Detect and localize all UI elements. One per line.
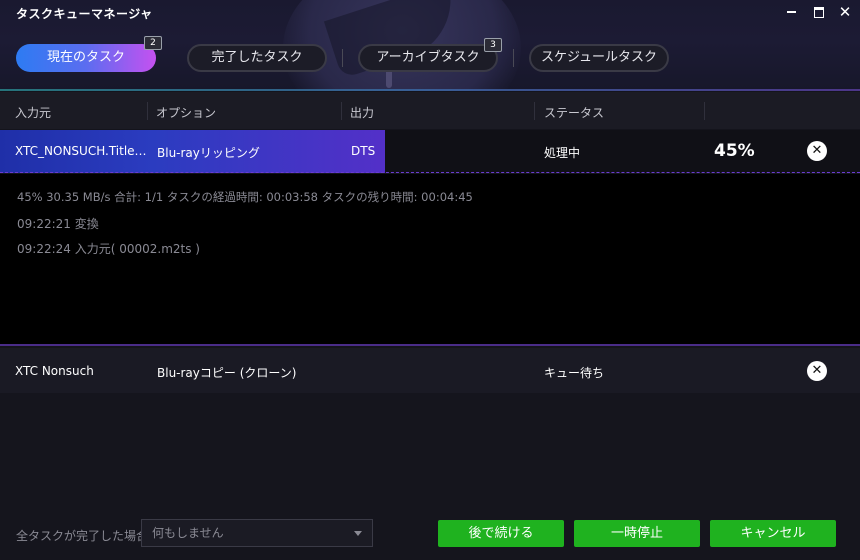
column-output: 出力 xyxy=(350,106,375,120)
task-row-queued[interactable]: XTC Nonsuch Blu-rayコピー (クローン) キュー待ち ✕ xyxy=(0,348,860,393)
task-log-panel: 45% 30.35 MB/s 合計: 1/1 タスクの経過時間: 00:03:5… xyxy=(0,174,860,344)
task-input: XTC_NONSUCH.Title… xyxy=(15,144,147,158)
window-title: タスクキューマネージャ xyxy=(16,7,153,21)
tab-completed-tasks[interactable]: 完了したタスク xyxy=(187,44,327,72)
task-option: Blu-rayコピー (クローン) xyxy=(157,366,297,380)
minimize-icon[interactable] xyxy=(780,2,802,22)
task-input: XTC Nonsuch xyxy=(15,364,94,378)
tab-count-badge: 2 xyxy=(144,36,162,50)
task-status: 処理中 xyxy=(544,146,581,160)
tab-archived-tasks[interactable]: アーカイブタスク 3 xyxy=(358,38,502,72)
header: タスクキューマネージャ ✕ 現在のタスク 2 完了したタスク アーカイブタスク … xyxy=(0,0,860,91)
column-divider xyxy=(704,102,705,120)
task-option: Blu-rayリッピング xyxy=(157,146,260,160)
column-input: 入力元 xyxy=(15,106,52,120)
header-divider xyxy=(0,89,860,91)
column-divider xyxy=(147,102,148,120)
chevron-down-icon xyxy=(354,531,362,536)
task-progress-percent: 45% xyxy=(714,141,755,161)
task-row-processing[interactable]: XTC_NONSUCH.Title… Blu-rayリッピング DTS 処理中 … xyxy=(0,130,860,173)
on-complete-value: 何もしません xyxy=(152,526,224,540)
task-output: DTS xyxy=(351,144,376,158)
column-divider xyxy=(341,102,342,120)
log-divider xyxy=(0,344,860,346)
tab-label: アーカイブタスク xyxy=(376,50,480,65)
close-icon[interactable]: ✕ xyxy=(834,2,856,22)
column-status: ステータス xyxy=(544,106,605,120)
column-header-row: 入力元 オプション 出力 ステータス xyxy=(0,92,860,129)
tab-count-badge: 3 xyxy=(484,38,502,52)
cancel-button[interactable]: キャンセル xyxy=(710,520,836,547)
log-line: 09:22:24 入力元( 00002.m2ts ) xyxy=(17,242,200,256)
remove-task-icon[interactable]: ✕ xyxy=(807,361,827,381)
maximize-icon[interactable] xyxy=(808,2,830,22)
remove-task-icon[interactable]: ✕ xyxy=(807,141,827,161)
tab-label: 現在のタスク xyxy=(46,50,125,65)
column-divider xyxy=(534,102,535,120)
continue-later-button[interactable]: 後で続ける xyxy=(438,520,564,547)
tab-separator xyxy=(342,49,343,67)
pause-button[interactable]: 一時停止 xyxy=(574,520,700,547)
tab-separator xyxy=(513,49,514,67)
task-queue-manager-window: タスクキューマネージャ ✕ 現在のタスク 2 完了したタスク アーカイブタスク … xyxy=(0,0,860,560)
on-complete-label: 全タスクが完了した場合: xyxy=(16,529,153,543)
tab-label: 完了したタスク xyxy=(211,50,303,65)
log-summary-line: 45% 30.35 MB/s 合計: 1/1 タスクの経過時間: 00:03:5… xyxy=(17,190,473,204)
log-line: 09:22:21 変換 xyxy=(17,217,99,231)
column-option: オプション xyxy=(156,106,217,120)
task-status: キュー待ち xyxy=(544,366,605,380)
tab-current-tasks[interactable]: 現在のタスク 2 xyxy=(16,36,162,72)
tab-scheduled-tasks[interactable]: スケジュールタスク xyxy=(529,44,669,72)
on-complete-select[interactable]: 何もしません xyxy=(141,519,373,547)
tab-label: スケジュールタスク xyxy=(540,50,658,65)
